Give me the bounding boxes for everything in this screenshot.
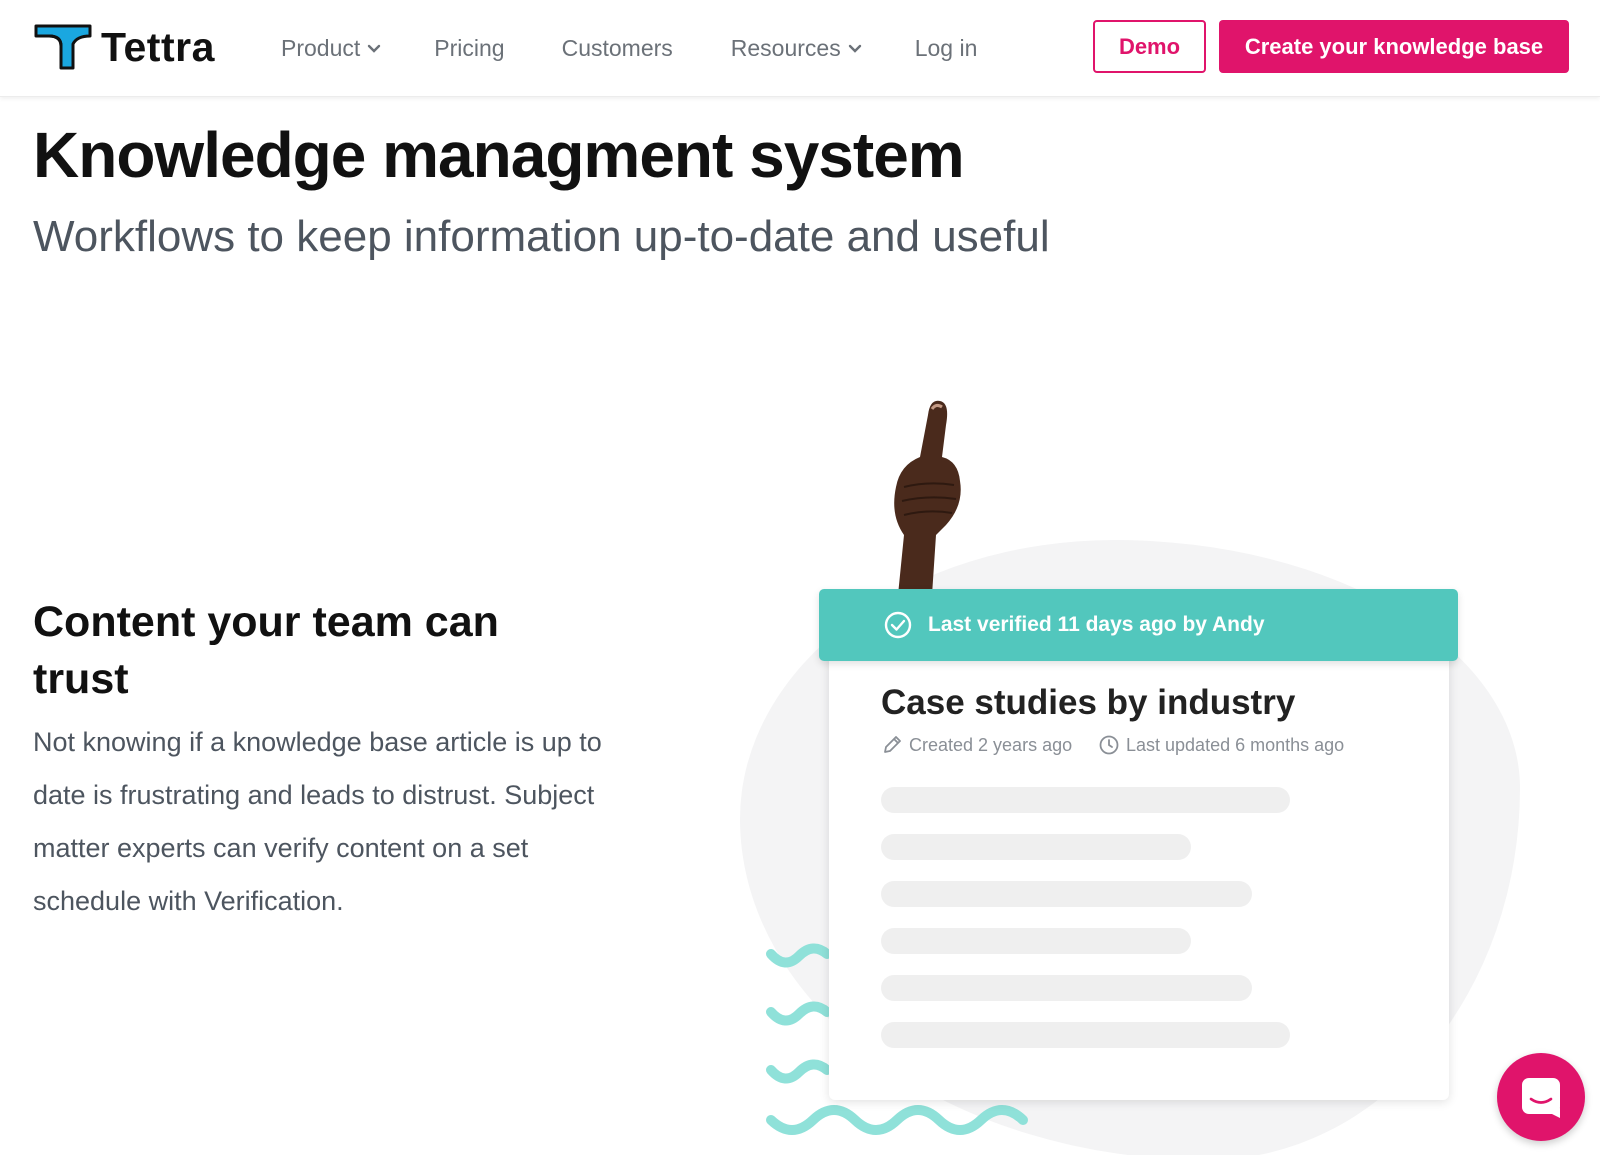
skeleton-line	[881, 881, 1252, 907]
site-header: Tettra Product Pricing Customers Resourc…	[0, 0, 1600, 97]
skeleton-line	[881, 787, 1290, 813]
nav-item-login[interactable]: Log in	[915, 35, 978, 62]
check-circle-icon	[884, 611, 912, 639]
nav-item-label: Log in	[914, 35, 978, 61]
logo[interactable]: Tettra	[33, 22, 215, 72]
feature-title: Content your team can trust	[33, 598, 499, 703]
skeleton-line	[881, 975, 1252, 1001]
main-nav: Product Pricing Customers Resources Log …	[281, 0, 977, 97]
tettra-logo-icon	[34, 24, 92, 70]
created-text: Created 2 years ago	[909, 734, 1073, 755]
pencil-icon	[884, 736, 901, 753]
updated-text: Last updated 6 months ago	[1126, 734, 1345, 755]
nav-item-customers[interactable]: Customers	[562, 35, 673, 62]
nav-item-label: Resources	[730, 35, 841, 61]
nav-item-label: Pricing	[434, 35, 505, 61]
skeleton-line	[881, 1022, 1290, 1048]
verified-text: Last verified 11 days ago by Andy	[928, 613, 1265, 636]
skeleton-line	[881, 834, 1191, 860]
chat-bubble-icon	[1522, 1078, 1560, 1118]
brand-name: Tettra	[101, 23, 215, 70]
verified-banner: Last verified 11 days ago by Andy	[819, 589, 1458, 661]
feature-body: Not knowing if a knowledge base article …	[33, 727, 602, 916]
nav-item-resources[interactable]: Resources	[731, 35, 863, 62]
clock-icon	[1099, 735, 1119, 755]
chevron-down-icon	[848, 44, 861, 53]
skeleton-line	[881, 928, 1191, 954]
nav-item-label: Product	[281, 35, 361, 61]
nav-item-label: Customers	[561, 35, 673, 61]
nav-item-product[interactable]: Product	[281, 35, 382, 62]
create-knowledge-base-button[interactable]: Create your knowledge base	[1219, 20, 1569, 73]
page-subtitle: Workflows to keep information up-to-date…	[33, 212, 1050, 261]
page-title: Knowledge managment system	[33, 119, 965, 191]
thumbs-up-hand-image	[894, 400, 961, 595]
nav-item-pricing[interactable]: Pricing	[434, 35, 504, 62]
created-meta: Created 2 years ago	[881, 734, 1072, 756]
updated-meta: Last updated 6 months ago	[1098, 734, 1344, 756]
article-title: Case studies by industry	[881, 683, 1296, 722]
chat-launcher-button[interactable]	[1497, 1053, 1585, 1141]
demo-button[interactable]: Demo	[1093, 20, 1206, 73]
chevron-down-icon	[368, 44, 381, 53]
